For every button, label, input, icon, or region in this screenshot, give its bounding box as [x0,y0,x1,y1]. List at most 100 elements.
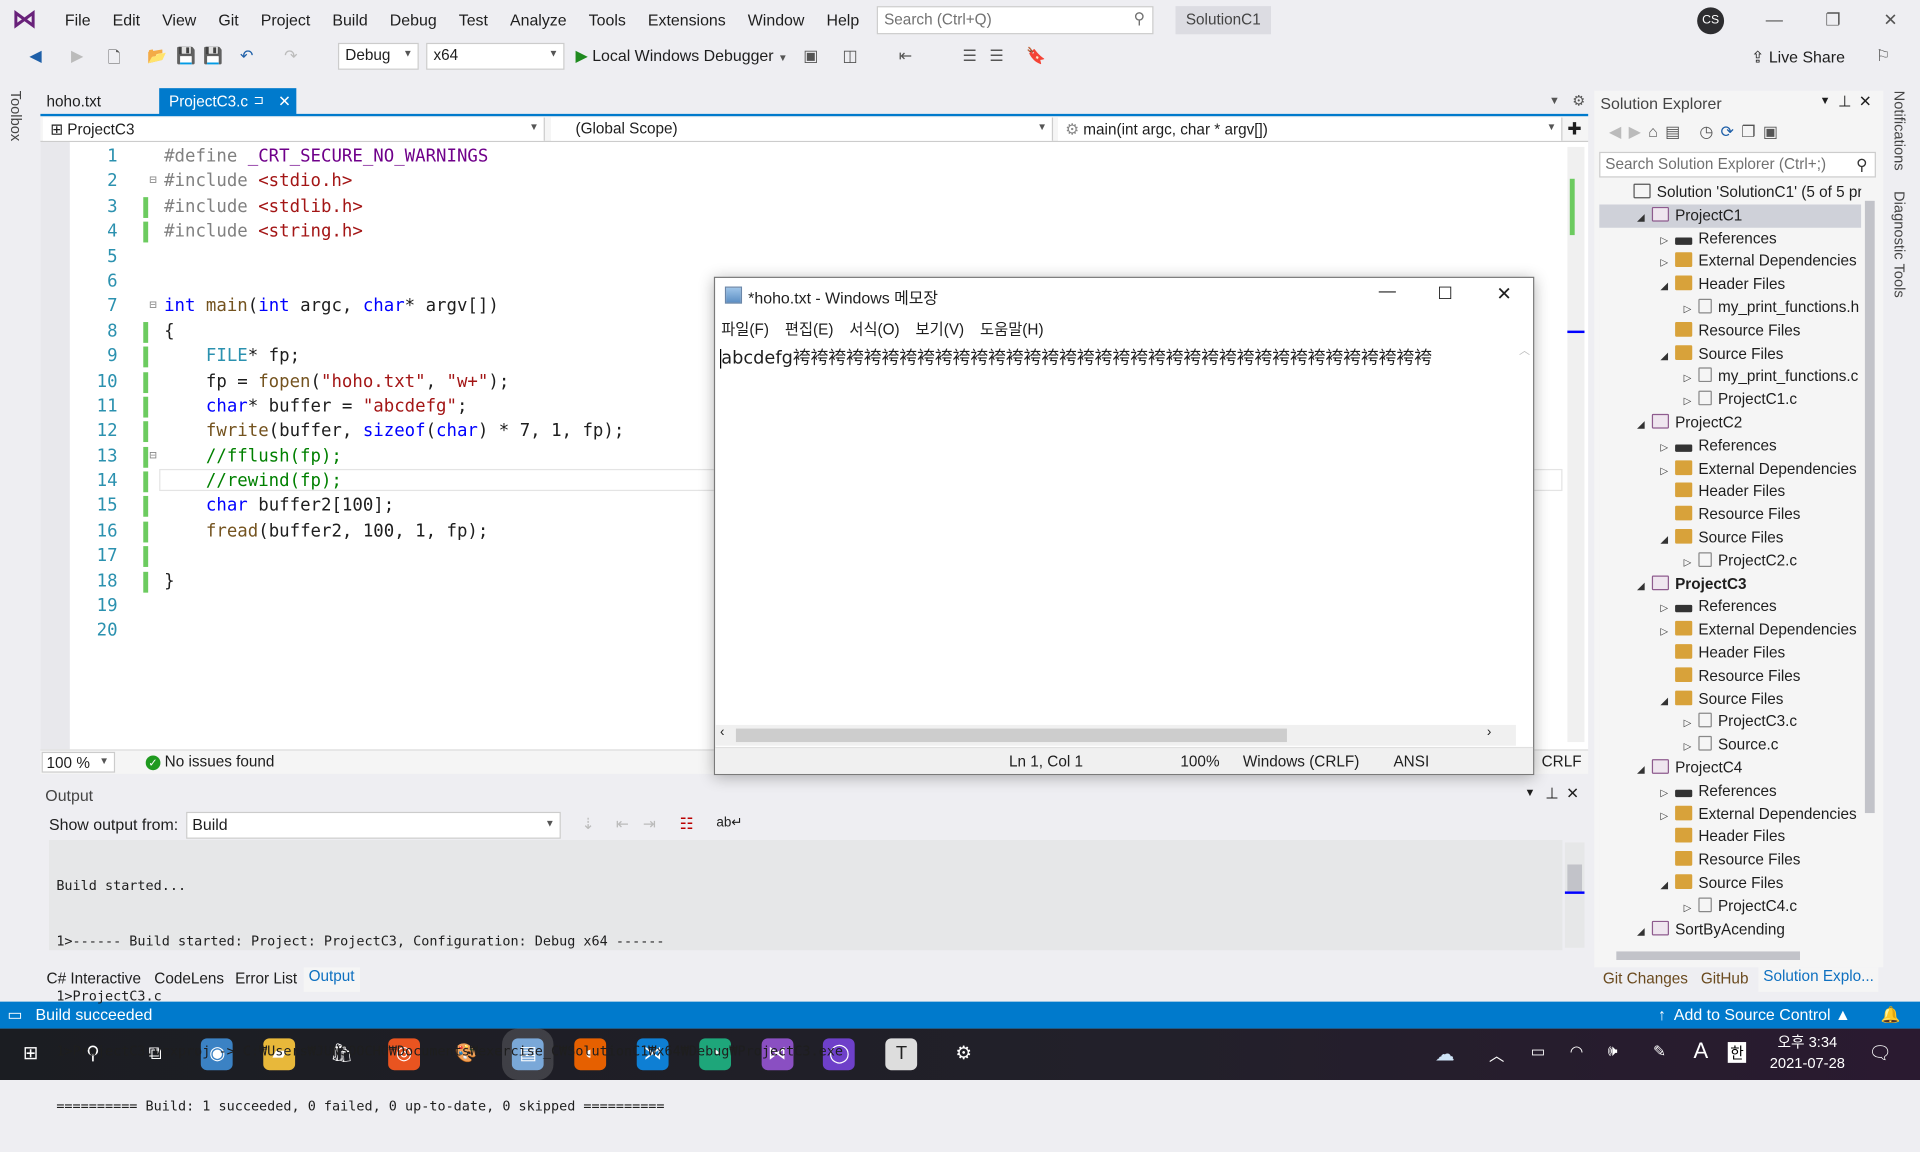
ime-indicator[interactable]: 한 [1727,1042,1747,1063]
menu-git[interactable]: Git [207,10,249,28]
tree-item[interactable]: ▷ ProjectC3.c [1599,711,1861,734]
tree-item[interactable]: ▷ References [1599,227,1861,250]
redo-icon[interactable]: ↷ [284,47,297,67]
word-wrap-icon[interactable]: ab↵ [716,814,742,831]
notepad-menu-item[interactable]: 도움말(H) [980,316,1044,339]
tree-horizontal-scrollbar[interactable] [1599,948,1861,963]
switch-views-icon[interactable]: ▤ [1665,122,1687,140]
tree-item[interactable]: ◢ Source Files [1599,688,1861,711]
collapse-all-icon[interactable]: ❐ [1741,122,1763,140]
scope-dropdown[interactable]: (Global Scope) ▼ [551,117,1054,141]
open-file-icon[interactable]: 📂 [147,47,167,67]
expanded-arrow-icon[interactable]: ◢ [1656,690,1673,713]
tree-item[interactable]: ◢ Source Files [1599,526,1861,549]
clear-all-icon[interactable]: ☷ [680,814,694,833]
split-editor-icon[interactable]: ✚ [1567,119,1581,140]
input-mode-indicator[interactable]: A [1693,1038,1708,1064]
menu-build[interactable]: Build [321,10,378,28]
tree-item[interactable]: Resource Files [1599,503,1861,526]
dropdown-icon[interactable]: ▼ [1524,786,1535,798]
collapsed-arrow-icon[interactable]: ▷ [1679,391,1696,414]
notepad-maximize-button[interactable]: ☐ [1438,283,1453,304]
collapsed-arrow-icon[interactable]: ▷ [1656,598,1673,621]
notepad-menu-item[interactable]: 서식(O) [849,316,899,339]
collapsed-arrow-icon[interactable]: ▷ [1656,621,1673,644]
tree-item[interactable]: ▷ my_print_functions.h [1599,296,1861,319]
tree-item[interactable]: ▷ ProjectC2.c [1599,549,1861,572]
action-center-icon[interactable]: 🗨 [1869,1042,1892,1064]
collapsed-arrow-icon[interactable]: ▷ [1679,736,1696,759]
menu-view[interactable]: View [151,10,207,28]
tree-item[interactable]: ▷ External Dependencies [1599,619,1861,642]
menu-test[interactable]: Test [448,10,499,28]
collapsed-arrow-icon[interactable]: ▷ [1656,805,1673,828]
pin-icon[interactable]: ⊐ [253,88,263,115]
new-project-icon[interactable]: 🗋 [108,47,121,74]
expanded-arrow-icon[interactable]: ◢ [1632,414,1649,437]
search-box[interactable]: Search (Ctrl+Q) ⚲ [876,6,1154,35]
forward-icon[interactable]: ▶ [71,47,83,67]
tree-item[interactable]: ◢ Source Files [1599,342,1861,365]
tab-projectc3-c[interactable]: ProjectC3.c ⊐ ✕ [159,88,297,116]
menu-help[interactable]: Help [815,10,870,28]
collapsed-arrow-icon[interactable]: ▷ [1656,230,1673,253]
maximize-button[interactable]: ❐ [1816,5,1850,34]
output-text[interactable]: Build started... 1>------ Build started:… [48,840,1563,1114]
expanded-arrow-icon[interactable]: ◢ [1656,529,1673,552]
menu-file[interactable]: File [54,10,102,28]
close-button[interactable]: ✕ [1873,5,1907,34]
back-icon[interactable]: ◀ [29,47,41,67]
notepad-horizontal-scrollbar[interactable]: ‹ › [715,724,1516,746]
toolbox-tab[interactable]: Toolbox [7,91,24,142]
collapsed-arrow-icon[interactable]: ▷ [1679,552,1696,575]
tree-item[interactable]: Resource Files [1599,665,1861,688]
forward-icon[interactable]: ▶ [1629,122,1649,140]
collapsed-arrow-icon[interactable]: ▷ [1679,299,1696,322]
home-icon[interactable]: ⌂ [1648,122,1665,140]
platform-select[interactable]: x64 ▼ [426,42,565,70]
expanded-arrow-icon[interactable]: ◢ [1656,276,1673,299]
collapsed-arrow-icon[interactable]: ▷ [1656,437,1673,460]
scroll-left-icon[interactable]: ‹ [720,725,724,740]
tree-item[interactable]: ◢ Header Files [1599,273,1861,296]
expanded-arrow-icon[interactable]: ◢ [1632,920,1649,943]
tree-item[interactable]: ▷ ProjectC1.c [1599,388,1861,411]
collapsed-arrow-icon[interactable]: ▷ [1679,368,1696,391]
battery-icon[interactable]: ▭ [1531,1042,1545,1060]
notifications-tab[interactable]: Notifications [1891,91,1908,171]
scroll-right-icon[interactable]: › [1487,725,1491,740]
notepad-menu-item[interactable]: 편집(E) [785,316,834,339]
collapsed-arrow-icon[interactable]: ▷ [1656,460,1673,483]
configuration-select[interactable]: Debug ▼ [337,42,419,70]
avatar[interactable]: CS [1697,7,1725,35]
tree-vertical-scrollbar[interactable] [1862,183,1878,946]
show-all-files-icon[interactable]: ▣ [1763,122,1785,140]
collapsed-arrow-icon[interactable]: ▷ [1656,782,1673,805]
notification-bell-icon[interactable]: 🔔 [1881,1002,1901,1029]
step-icon[interactable]: ⇤ [899,47,912,67]
tree-item[interactable]: ◢ Source Files [1599,872,1861,895]
tree-item[interactable]: Header Files [1599,480,1861,503]
notepad-minimize-button[interactable]: — [1379,280,1396,300]
clock[interactable]: 오후 3:34 2021-07-28 [1751,1032,1864,1074]
tree-item[interactable]: ▷ ProjectC4.c [1599,895,1861,918]
live-share-button[interactable]: ⇪ Live Share [1751,48,1845,68]
screenshot-icon[interactable]: ◫ [842,47,857,67]
add-to-source-control-button[interactable]: ↑ Add to Source Control ▲ [1658,1002,1851,1029]
editor-vertical-scrollbar[interactable] [1567,146,1585,743]
network-icon[interactable]: ◠ [1570,1042,1583,1060]
undo-icon[interactable]: ↶ [240,47,253,67]
collapsed-arrow-icon[interactable]: ▷ [1679,897,1696,920]
tab-github[interactable]: GitHub [1701,970,1749,987]
expanded-arrow-icon[interactable]: ◢ [1632,759,1649,782]
menu-window[interactable]: Window [737,10,816,28]
dropdown-icon[interactable]: ▼ [1820,94,1831,106]
expanded-arrow-icon[interactable]: ◢ [1656,345,1673,368]
tab-list-dropdown-icon[interactable]: ▼ [1549,94,1560,106]
tree-item[interactable]: ◢ ProjectC4 [1599,757,1861,780]
start-icon[interactable]: ⊞ [15,1038,47,1070]
feedback-icon[interactable]: ⚐ [1876,47,1890,67]
output-scrollbar[interactable] [1564,842,1585,948]
tree-item[interactable]: ▷ References [1599,434,1861,457]
bookmark-icon[interactable]: 🔖 [1026,47,1046,67]
